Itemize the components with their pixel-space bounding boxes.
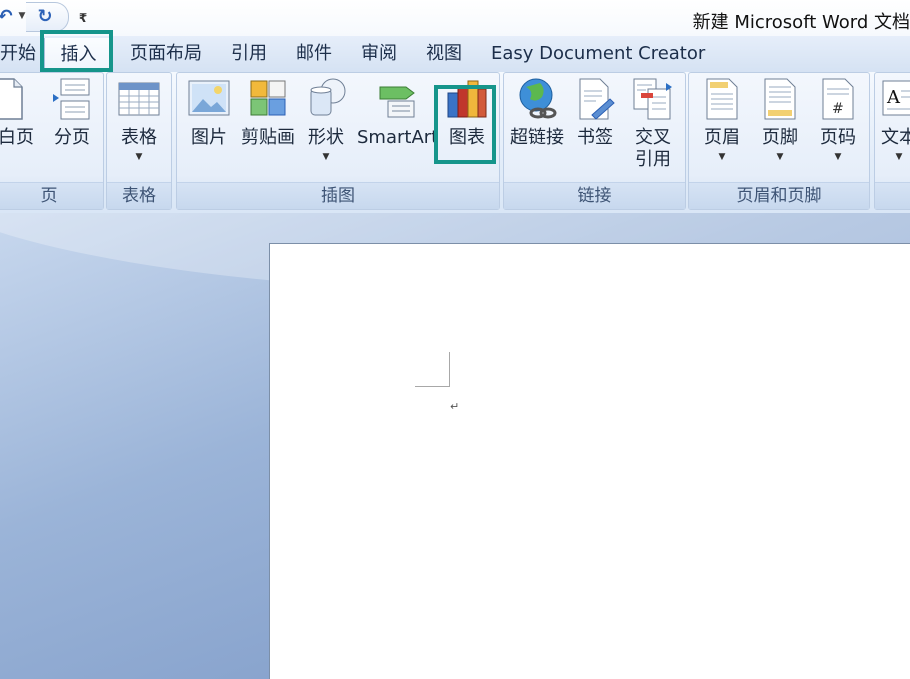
shapes-dropdown-icon[interactable]: ▼ [303, 151, 349, 163]
smartart-icon [376, 77, 418, 121]
clipart-button[interactable]: 剪贴画 [239, 77, 297, 149]
footer-label: 页脚 [762, 127, 798, 148]
footer-icon [759, 77, 801, 121]
bar-chart-icon [446, 77, 488, 121]
picture-button[interactable]: 图片 [187, 77, 231, 149]
paragraph-mark: ↵ [450, 400, 460, 413]
picture-label: 图片 [191, 127, 227, 148]
page-number-button[interactable]: # 页码 ▼ [815, 77, 861, 163]
tab-review[interactable]: 审阅 [361, 36, 397, 72]
header-label: 页眉 [704, 127, 740, 148]
ribbon-tab-row: 开始 插入 页面布局 引用 邮件 审阅 视图 Easy Document Cre… [0, 36, 910, 73]
svg-text:#: # [832, 101, 844, 117]
tab-references[interactable]: 引用 [231, 36, 267, 72]
bookmark-button[interactable]: 书签 [572, 77, 618, 149]
group-header-footer-label: 页眉和页脚 [689, 182, 869, 209]
redo-icon[interactable]: ↻ [32, 3, 58, 29]
clipart-icon [247, 77, 289, 121]
group-links: 超链接 书签 交叉 引用 链接 [503, 72, 686, 210]
page-break-label: 分页 [54, 127, 90, 148]
page-break-button[interactable]: 分页 [47, 77, 97, 149]
footer-button[interactable]: 页脚 ▼ [757, 77, 803, 163]
ribbon: 空白页 分页 页 表格 ▼ 表格 图片 [0, 72, 910, 214]
cross-reference-button[interactable]: 交叉 引用 [628, 77, 678, 171]
group-illustrations-label: 插图 [177, 182, 499, 209]
blank-page-icon [0, 77, 28, 121]
tab-home[interactable]: 开始 [0, 36, 36, 72]
chart-label: 图表 [449, 127, 485, 148]
customize-quick-access-icon[interactable]: ₹ [76, 5, 90, 31]
title-bar: ↶ ▼ ↻ ₹ 新建 Microsoft Word 文档 [0, 0, 910, 36]
shapes-label: 形状 [308, 127, 344, 148]
chart-button[interactable]: 图表 [445, 77, 489, 149]
group-pages-label: 页 [0, 182, 103, 209]
group-text-label [875, 182, 910, 209]
table-dropdown-icon[interactable]: ▼ [115, 151, 163, 163]
cross-reference-label-2: 引用 [635, 149, 671, 170]
cross-reference-label-1: 交叉 [635, 127, 671, 148]
textbox-dropdown-icon[interactable]: ▼ [879, 151, 910, 163]
page-number-label: 页码 [820, 127, 856, 148]
tab-easy-document-creator[interactable]: Easy Document Creator [491, 36, 705, 72]
group-header-footer: 页眉 ▼ 页脚 ▼ # 页码 ▼ 页眉和页脚 [688, 72, 870, 210]
textbox-button[interactable]: A 文本 ▼ [879, 77, 910, 163]
blank-page-button[interactable]: 空白页 [0, 77, 39, 149]
picture-icon [188, 77, 230, 121]
shapes-button[interactable]: 形状 ▼ [303, 77, 349, 163]
group-illustrations: 图片 剪贴画 形状 ▼ SmartArt 图表 插图 [176, 72, 500, 210]
tab-mailings[interactable]: 邮件 [296, 36, 332, 72]
document-page[interactable]: ↵ [269, 243, 910, 679]
page-break-icon [51, 77, 93, 121]
page-number-dropdown-icon[interactable]: ▼ [815, 151, 861, 163]
clipart-label: 剪贴画 [241, 127, 295, 148]
group-links-label: 链接 [504, 182, 685, 209]
margin-corner-mark-vertical [449, 352, 450, 387]
tab-page-layout[interactable]: 页面布局 [130, 36, 202, 72]
bookmark-label: 书签 [577, 127, 613, 148]
document-workspace: ↵ [0, 213, 910, 679]
page-number-icon: # [817, 77, 859, 121]
margin-corner-mark [415, 386, 450, 387]
tab-insert[interactable]: 插入 [44, 38, 113, 73]
textbox-label: 文本 [881, 127, 910, 148]
textbox-icon: A [879, 77, 910, 121]
undo-dropdown-icon[interactable]: ▼ [16, 3, 28, 29]
undo-icon[interactable]: ↶ [0, 3, 16, 29]
smartart-label: SmartArt [357, 127, 439, 148]
tab-view[interactable]: 视图 [426, 36, 462, 72]
table-button[interactable]: 表格 ▼ [115, 77, 163, 163]
bookmark-icon [574, 77, 616, 121]
group-tables: 表格 ▼ 表格 [106, 72, 172, 210]
group-text: A 文本 ▼ [874, 72, 910, 210]
shapes-icon [305, 77, 347, 121]
globe-link-icon [516, 77, 558, 121]
cross-reference-icon [632, 77, 674, 121]
smartart-button[interactable]: SmartArt [357, 77, 439, 149]
hyperlink-button[interactable]: 超链接 [508, 77, 566, 149]
header-icon [701, 77, 743, 121]
blank-page-label: 空白页 [0, 127, 34, 148]
header-button[interactable]: 页眉 ▼ [699, 77, 745, 163]
footer-dropdown-icon[interactable]: ▼ [757, 151, 803, 163]
table-label: 表格 [121, 127, 157, 148]
svg-text:A: A [886, 87, 901, 108]
table-icon [118, 77, 160, 121]
window-title: 新建 Microsoft Word 文档 [692, 12, 910, 33]
hyperlink-label: 超链接 [510, 127, 564, 148]
group-pages: 空白页 分页 页 [0, 72, 104, 210]
header-dropdown-icon[interactable]: ▼ [699, 151, 745, 163]
group-tables-label: 表格 [107, 182, 171, 209]
